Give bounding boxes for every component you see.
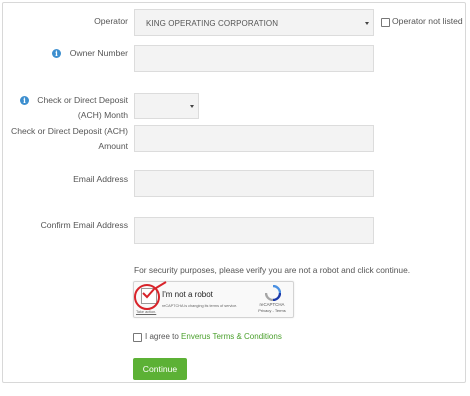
deposit-month-label-line1: Check or Direct Deposit (37, 95, 128, 105)
recaptcha-logo-icon (265, 285, 281, 301)
form-container: Operator KING OPERATING CORPORATION Oper… (2, 2, 466, 383)
recaptcha-links: Privacy - Terms (258, 308, 286, 313)
deposit-amount-label-line2: Amount (98, 141, 128, 151)
agree-text: I agree to Enverus Terms & Conditions (145, 332, 282, 341)
agree-checkbox[interactable] (133, 333, 142, 342)
operator-not-listed-checkbox[interactable] (381, 18, 390, 27)
operator-not-listed-label: Operator not listed (392, 16, 463, 26)
recaptcha-notice: reCAPTCHA is changing its terms of servi… (162, 304, 238, 308)
caret-down-icon (190, 105, 194, 108)
recaptcha-label: I'm not a robot (162, 290, 213, 299)
red-circle-annotation (134, 281, 167, 310)
deposit-amount-label-line1: Check or Direct Deposit (ACH) (11, 126, 128, 136)
owner-number-label: Owner Number (69, 48, 128, 58)
confirm-email-label: Confirm Email Address (40, 220, 128, 230)
recaptcha-privacy-link[interactable]: Privacy (258, 308, 271, 313)
email-input[interactable] (134, 170, 374, 197)
security-note: For security purposes, please verify you… (134, 265, 411, 275)
info-icon[interactable]: i (52, 49, 61, 58)
operator-label: Operator (94, 16, 128, 26)
recaptcha-brand: reCAPTCHA (259, 302, 285, 307)
operator-selected-value: KING OPERATING CORPORATION (146, 19, 279, 28)
operator-select[interactable]: KING OPERATING CORPORATION (134, 9, 374, 36)
email-label: Email Address (73, 174, 128, 184)
agree-prefix: I agree to (145, 332, 182, 341)
deposit-month-label-line2: (ACH) Month (77, 110, 128, 120)
recaptcha-terms-link[interactable]: Terms (275, 308, 286, 313)
owner-number-input[interactable] (134, 45, 374, 72)
terms-link[interactable]: Enverus Terms & Conditions (181, 332, 282, 341)
deposit-month-select[interactable] (134, 93, 199, 119)
caret-down-icon (365, 22, 369, 25)
confirm-email-input[interactable] (134, 217, 374, 244)
deposit-amount-input[interactable] (134, 125, 374, 152)
continue-button[interactable]: Continue (133, 358, 187, 380)
